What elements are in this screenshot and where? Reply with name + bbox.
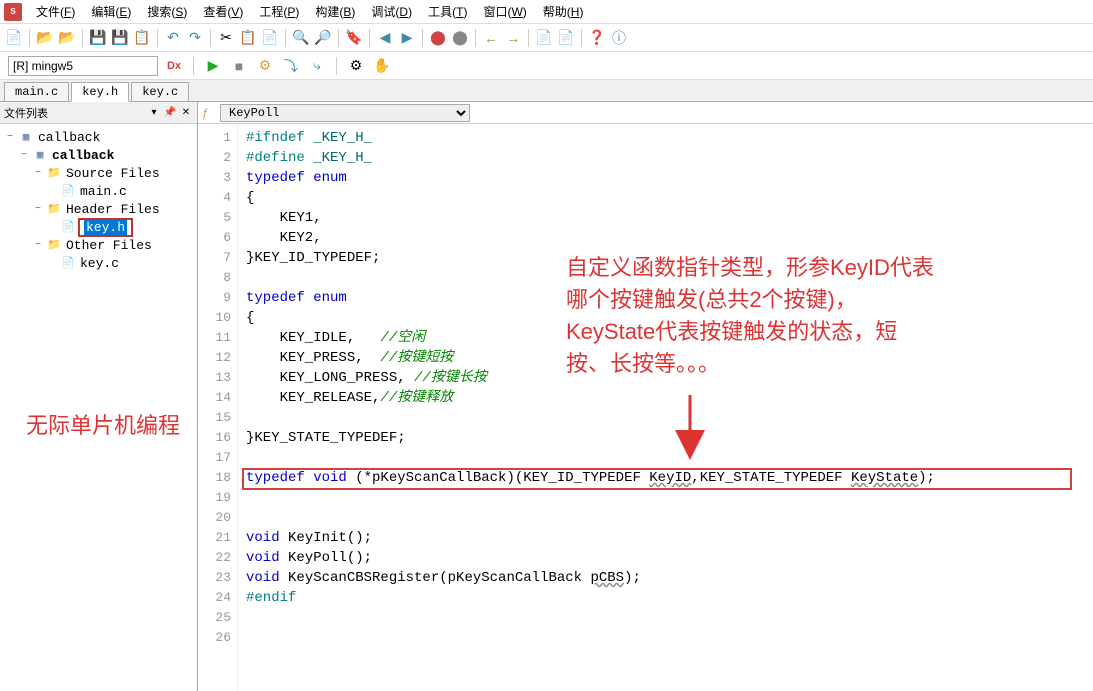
- redo-button[interactable]: ↷: [185, 28, 205, 48]
- editor-area: ƒ KeyPoll 123456789101112131415161718192…: [198, 102, 1093, 691]
- menu-d[interactable]: 调试(D): [363, 3, 420, 21]
- help-button[interactable]: ❓: [587, 28, 607, 48]
- file-list-title: 文件列表: [4, 105, 48, 121]
- new-file-button[interactable]: 📄: [4, 28, 24, 48]
- about-button[interactable]: ⓘ: [609, 28, 629, 48]
- menu-s[interactable]: 搜索(S): [139, 3, 195, 21]
- tree-node-other-files[interactable]: −📁Other Files: [4, 236, 193, 254]
- build-doc-button[interactable]: 📄: [534, 28, 554, 48]
- menu-v[interactable]: 查看(V): [195, 3, 251, 21]
- folder-icon: 📁: [46, 166, 62, 180]
- nav-fwd-button[interactable]: ▶: [397, 28, 417, 48]
- undo-button[interactable]: ↶: [163, 28, 183, 48]
- target-toolbar: Dx ▶ ■ ⚙ ⤵ ⤷ ⚙ ✋: [0, 52, 1093, 80]
- tree-node-source-files[interactable]: −📁Source Files: [4, 164, 193, 182]
- folder-icon: 📁: [46, 238, 62, 252]
- file-icon: 📄: [60, 220, 76, 234]
- annotation-left: 无际单片机编程: [26, 410, 180, 442]
- function-icon: ƒ: [202, 106, 216, 120]
- file-tree[interactable]: −▦callback−▦callback−📁Source Files📄main.…: [0, 124, 197, 691]
- menu-h[interactable]: 帮助(H): [535, 3, 592, 21]
- symbol-select[interactable]: KeyPoll: [220, 104, 470, 122]
- open-button[interactable]: 📂: [35, 28, 55, 48]
- save-all-button[interactable]: 💾: [110, 28, 130, 48]
- tree-node-callback[interactable]: −▦callback: [4, 128, 193, 146]
- stop-button[interactable]: ■: [229, 56, 249, 76]
- tab-key-h[interactable]: key.h: [71, 82, 129, 102]
- tree-node-key.h[interactable]: 📄key.h: [4, 218, 193, 236]
- editor-tabs: main.ckey.hkey.c: [0, 80, 1093, 102]
- cut-button[interactable]: ✂: [216, 28, 236, 48]
- breakpoint-button[interactable]: ⬤: [428, 28, 448, 48]
- panel-close-icon[interactable]: ✕: [179, 106, 193, 120]
- save-button[interactable]: 💾: [88, 28, 108, 48]
- target-select[interactable]: [8, 56, 158, 76]
- app-icon: S: [4, 3, 22, 21]
- save-as-button[interactable]: 📋: [132, 28, 152, 48]
- hand-button[interactable]: ✋: [372, 56, 392, 76]
- step-over-button[interactable]: ⤵: [281, 56, 301, 76]
- menu-e[interactable]: 编辑(E): [83, 3, 139, 21]
- menu-p[interactable]: 工程(P): [251, 3, 307, 21]
- file-icon: 📄: [60, 184, 76, 198]
- menu-t[interactable]: 工具(T): [420, 3, 475, 21]
- toolbar-main: 📄 📂 📂 💾 💾 📋 ↶ ↷ ✂ 📋 📄 🔍 🔎 🔖 ◀ ▶ ⬤ ⬤ ← → …: [0, 24, 1093, 52]
- settings-button[interactable]: ⚙: [346, 56, 366, 76]
- debug-button[interactable]: ⚙: [255, 56, 275, 76]
- panel-pin-icon[interactable]: 📌: [163, 106, 177, 120]
- line-gutter: 1234567891011121314151617181920212223242…: [198, 124, 238, 691]
- tab-key-c[interactable]: key.c: [131, 82, 189, 101]
- find-files-button[interactable]: 🔎: [313, 28, 333, 48]
- go-prev-button[interactable]: ←: [481, 28, 501, 48]
- tab-main-c[interactable]: main.c: [4, 82, 69, 101]
- tree-node-header-files[interactable]: −📁Header Files: [4, 200, 193, 218]
- rebuild-button[interactable]: Dx: [164, 56, 184, 76]
- proj-icon: ▦: [18, 130, 34, 144]
- build-doc2-button[interactable]: 📄: [556, 28, 576, 48]
- file-list-panel: 文件列表 ▾ 📌 ✕ −▦callback−▦callback−📁Source …: [0, 102, 198, 691]
- panel-dropdown-icon[interactable]: ▾: [147, 106, 161, 120]
- go-next-button[interactable]: →: [503, 28, 523, 48]
- tree-node-main.c[interactable]: 📄main.c: [4, 182, 193, 200]
- code-editor[interactable]: #ifndef _KEY_H_#define _KEY_H_typedef en…: [238, 124, 1093, 691]
- tree-node-callback[interactable]: −▦callback: [4, 146, 193, 164]
- nav-back-button[interactable]: ◀: [375, 28, 395, 48]
- file-list-header: 文件列表 ▾ 📌 ✕: [0, 102, 197, 124]
- menubar: S 文件(F)编辑(E)搜索(S)查看(V)工程(P)构建(B)调试(D)工具(…: [0, 0, 1093, 24]
- breakpoint-toggle-button[interactable]: ⬤: [450, 28, 470, 48]
- paste-button[interactable]: 📄: [260, 28, 280, 48]
- menu-f[interactable]: 文件(F): [28, 3, 83, 21]
- annotation-right: 自定义函数指针类型，形参KeyID代表哪个按键触发(总共2个按键)，KeySta…: [566, 252, 934, 380]
- tree-node-key.c[interactable]: 📄key.c: [4, 254, 193, 272]
- symbol-bar: ƒ KeyPoll: [198, 102, 1093, 124]
- find-button[interactable]: 🔍: [291, 28, 311, 48]
- folder-icon: 📁: [46, 202, 62, 216]
- proj-icon: ▦: [32, 148, 48, 162]
- menu-w[interactable]: 窗口(W): [475, 3, 534, 21]
- bookmark-button[interactable]: 🔖: [344, 28, 364, 48]
- step-into-button[interactable]: ⤷: [307, 56, 327, 76]
- open-recent-button[interactable]: 📂: [57, 28, 77, 48]
- menu-b[interactable]: 构建(B): [307, 3, 363, 21]
- file-icon: 📄: [60, 256, 76, 270]
- copy-button[interactable]: 📋: [238, 28, 258, 48]
- run-button[interactable]: ▶: [203, 56, 223, 76]
